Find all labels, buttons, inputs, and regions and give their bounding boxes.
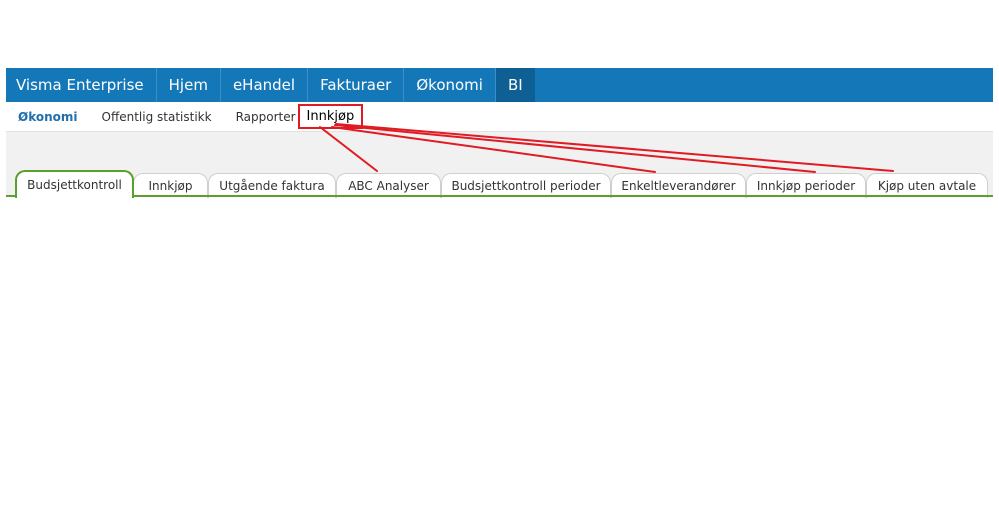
- tab-underline: [6, 195, 993, 197]
- top-nav-item-ehandel[interactable]: eHandel: [219, 68, 307, 102]
- subnav-item-rapporter[interactable]: Rapporter: [224, 102, 296, 131]
- sub-navigation: Økonomi Offentlig statistikk Rapporter I…: [6, 102, 993, 132]
- top-nav-item-fakturaer[interactable]: Fakturaer: [307, 68, 403, 102]
- top-nav: Hjem eHandel Fakturaer Økonomi BI: [155, 68, 535, 102]
- subnav-item-okonomi[interactable]: Økonomi: [6, 102, 90, 131]
- top-nav-item-bi[interactable]: BI: [494, 68, 535, 102]
- top-nav-item-hjem[interactable]: Hjem: [155, 68, 220, 102]
- top-navigation-bar: Visma Enterprise Hjem eHandel Fakturaer …: [6, 68, 993, 102]
- app-brand[interactable]: Visma Enterprise: [6, 68, 156, 102]
- subnav-item-innkjop-highlighted[interactable]: Innkjøp: [297, 104, 364, 129]
- subnav-item-offentlig-statistikk[interactable]: Offentlig statistikk: [90, 102, 224, 131]
- tab-budsjettkontroll[interactable]: Budsjettkontroll: [15, 170, 134, 198]
- top-nav-item-okonomi[interactable]: Økonomi: [403, 68, 495, 102]
